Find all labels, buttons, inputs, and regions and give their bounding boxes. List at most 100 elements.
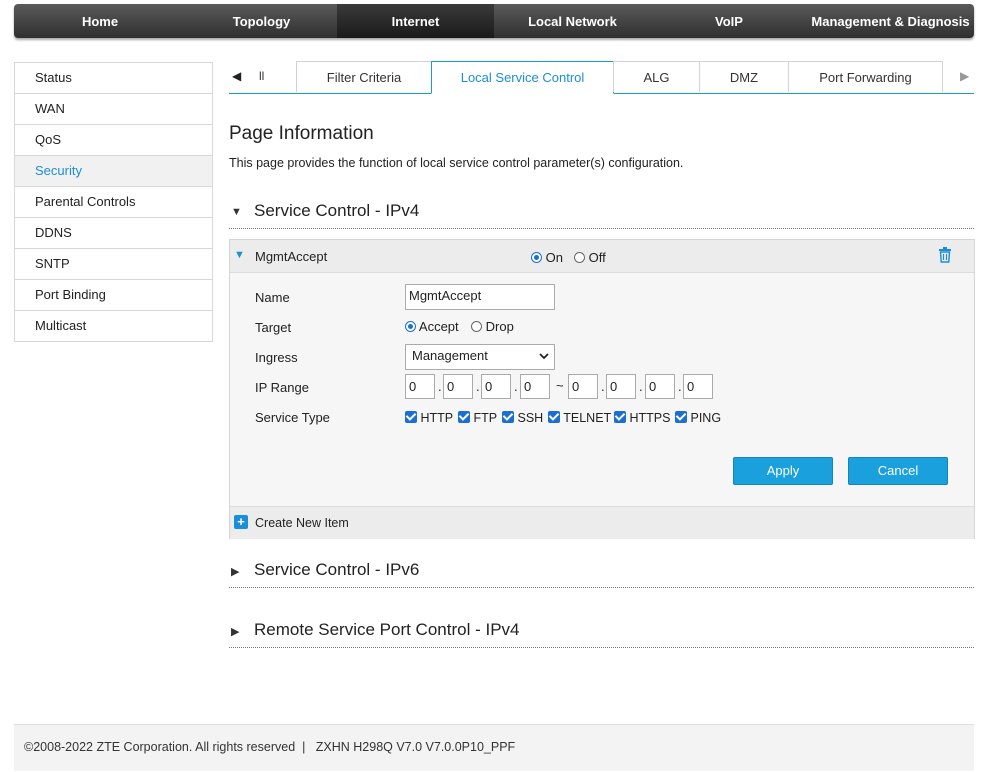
ingress-selected-value: Management xyxy=(412,348,488,363)
service-label: SSH xyxy=(517,411,544,425)
create-new-item-row[interactable]: + Create New Item xyxy=(230,506,974,539)
nav-internet[interactable]: Internet xyxy=(337,4,494,38)
tab-alg[interactable]: ALG xyxy=(613,61,700,92)
ip-start-octet-3[interactable]: 0 xyxy=(481,374,511,399)
rule-header[interactable]: ▼ MgmtAccept On Off xyxy=(230,240,974,273)
radio-unselected-icon[interactable] xyxy=(471,321,482,332)
ingress-select[interactable]: Management xyxy=(405,344,555,370)
sidebar-item-port-binding[interactable]: Port Binding xyxy=(15,280,212,311)
ip-end-octet-4[interactable]: 0 xyxy=(683,374,713,399)
apply-button[interactable]: Apply xyxy=(733,457,833,485)
name-input[interactable]: MgmtAccept xyxy=(405,284,555,310)
create-new-item-label[interactable]: Create New Item xyxy=(255,516,349,530)
nav-voip[interactable]: VoIP xyxy=(651,4,807,38)
drop-label: Drop xyxy=(485,319,514,334)
section-title: Service Control - IPv6 xyxy=(254,560,420,579)
sidebar-item-wan[interactable]: WAN xyxy=(15,94,212,125)
checkbox-checked-icon[interactable] xyxy=(502,411,514,423)
tab-local-service-control[interactable]: Local Service Control xyxy=(431,61,614,94)
chevron-down-icon xyxy=(539,353,549,360)
trash-icon[interactable] xyxy=(938,247,952,263)
checkbox-checked-icon[interactable] xyxy=(548,411,560,423)
sidebar-item-multicast[interactable]: Multicast xyxy=(15,311,212,341)
sidebar-item-security[interactable]: Security xyxy=(15,156,212,187)
service-http-checkbox[interactable]: HTTP xyxy=(405,411,453,425)
ip-start-octet-1[interactable]: 0 xyxy=(405,374,435,399)
radio-selected-icon[interactable] xyxy=(405,321,416,332)
expand-triangle-icon[interactable]: ▼ xyxy=(234,249,245,261)
ip-start-octet-2[interactable]: 0 xyxy=(443,374,473,399)
off-label: Off xyxy=(588,250,606,265)
tab-filter-criteria[interactable]: Filter Criteria xyxy=(296,61,432,92)
service-ping-checkbox[interactable]: PING xyxy=(675,411,721,425)
expand-triangle-icon: ▶ xyxy=(231,626,240,638)
ingress-label: Ingress xyxy=(255,350,298,365)
ip-range-separator: ~ xyxy=(556,378,564,393)
sidebar-item-qos[interactable]: QoS xyxy=(15,125,212,156)
section-ipv4-header[interactable]: ▼ Service Control - IPv4 xyxy=(229,198,974,229)
checkbox-checked-icon[interactable] xyxy=(614,411,626,423)
rule-panel: ▼ MgmtAccept On Off Name MgmtAccept Targ… xyxy=(229,239,975,539)
target-drop-radio[interactable]: Drop xyxy=(471,319,514,334)
tab-next-arrow-icon[interactable]: ▶ xyxy=(960,61,969,92)
footer: ©2008-2022 ZTE Corporation. All rights r… xyxy=(14,724,974,771)
service-ftp-checkbox[interactable]: FTP xyxy=(458,411,497,425)
service-https-checkbox[interactable]: HTTPS xyxy=(614,411,670,425)
tab-port-forwarding[interactable]: Port Forwarding xyxy=(788,61,943,92)
on-label: On xyxy=(545,250,563,265)
service-type-label: Service Type xyxy=(255,410,330,425)
service-label: FTP xyxy=(473,411,498,425)
section-title: Remote Service Port Control - IPv4 xyxy=(254,620,520,639)
service-label: HTTPS xyxy=(629,411,671,425)
name-label: Name xyxy=(255,290,290,305)
ip-dot: . xyxy=(514,379,518,394)
radio-unselected-icon[interactable] xyxy=(574,252,585,263)
tab-partial[interactable]: ll xyxy=(259,61,264,92)
enable-off-radio[interactable]: Off xyxy=(574,250,606,265)
checkbox-checked-icon[interactable] xyxy=(458,411,470,423)
accept-label: Accept xyxy=(418,319,459,334)
page-description: This page provides the function of local… xyxy=(229,156,684,170)
sidebar-item-parental-controls[interactable]: Parental Controls xyxy=(15,187,212,218)
ip-dot: . xyxy=(639,379,643,394)
radio-selected-icon[interactable] xyxy=(531,252,542,263)
expand-triangle-icon: ▶ xyxy=(231,566,240,578)
nav-home[interactable]: Home xyxy=(14,4,186,38)
checkbox-checked-icon[interactable] xyxy=(675,411,687,423)
checkbox-checked-icon[interactable] xyxy=(405,411,417,423)
copyright-text: ©2008-2022 ZTE Corporation. All rights r… xyxy=(24,740,516,754)
rule-header-name: MgmtAccept xyxy=(255,249,328,264)
sidebar-item-sntp[interactable]: SNTP xyxy=(15,249,212,280)
service-label: PING xyxy=(690,411,722,425)
nav-local-network[interactable]: Local Network xyxy=(494,4,651,38)
ip-start-octet-4[interactable]: 0 xyxy=(520,374,550,399)
section-ipv6-header[interactable]: ▶ Service Control - IPv6 xyxy=(229,557,974,588)
service-telnet-checkbox[interactable]: TELNET xyxy=(548,411,611,425)
section-remote-header[interactable]: ▶ Remote Service Port Control - IPv4 xyxy=(229,617,974,648)
target-accept-radio[interactable]: Accept xyxy=(405,319,459,334)
ip-end-octet-2[interactable]: 0 xyxy=(606,374,636,399)
collapse-triangle-icon: ▼ xyxy=(231,206,242,218)
cancel-button[interactable]: Cancel xyxy=(848,457,948,485)
service-label: TELNET xyxy=(563,411,612,425)
ip-range-label: IP Range xyxy=(255,380,309,395)
ip-dot: . xyxy=(601,379,605,394)
service-label: HTTP xyxy=(420,411,454,425)
sidebar: Status WAN QoS Security Parental Control… xyxy=(14,62,213,342)
tab-bar: ◀ ll Filter Criteria Local Service Contr… xyxy=(229,61,974,94)
plus-icon[interactable]: + xyxy=(234,515,248,529)
target-label: Target xyxy=(255,320,292,335)
sidebar-item-status[interactable]: Status xyxy=(15,63,212,94)
ip-end-octet-3[interactable]: 0 xyxy=(645,374,675,399)
page-title: Page Information xyxy=(229,123,374,144)
sidebar-item-ddns[interactable]: DDNS xyxy=(15,218,212,249)
nav-topology[interactable]: Topology xyxy=(186,4,337,38)
nav-management-diagnosis[interactable]: Management & Diagnosis xyxy=(807,4,974,38)
tab-prev-arrow-icon[interactable]: ◀ xyxy=(232,61,241,92)
ip-end-octet-1[interactable]: 0 xyxy=(568,374,598,399)
enable-on-radio[interactable]: On xyxy=(531,250,563,265)
service-ssh-checkbox[interactable]: SSH xyxy=(502,411,543,425)
ip-dot: . xyxy=(438,379,442,394)
tab-dmz[interactable]: DMZ xyxy=(699,61,789,92)
section-title: Service Control - IPv4 xyxy=(254,201,420,220)
